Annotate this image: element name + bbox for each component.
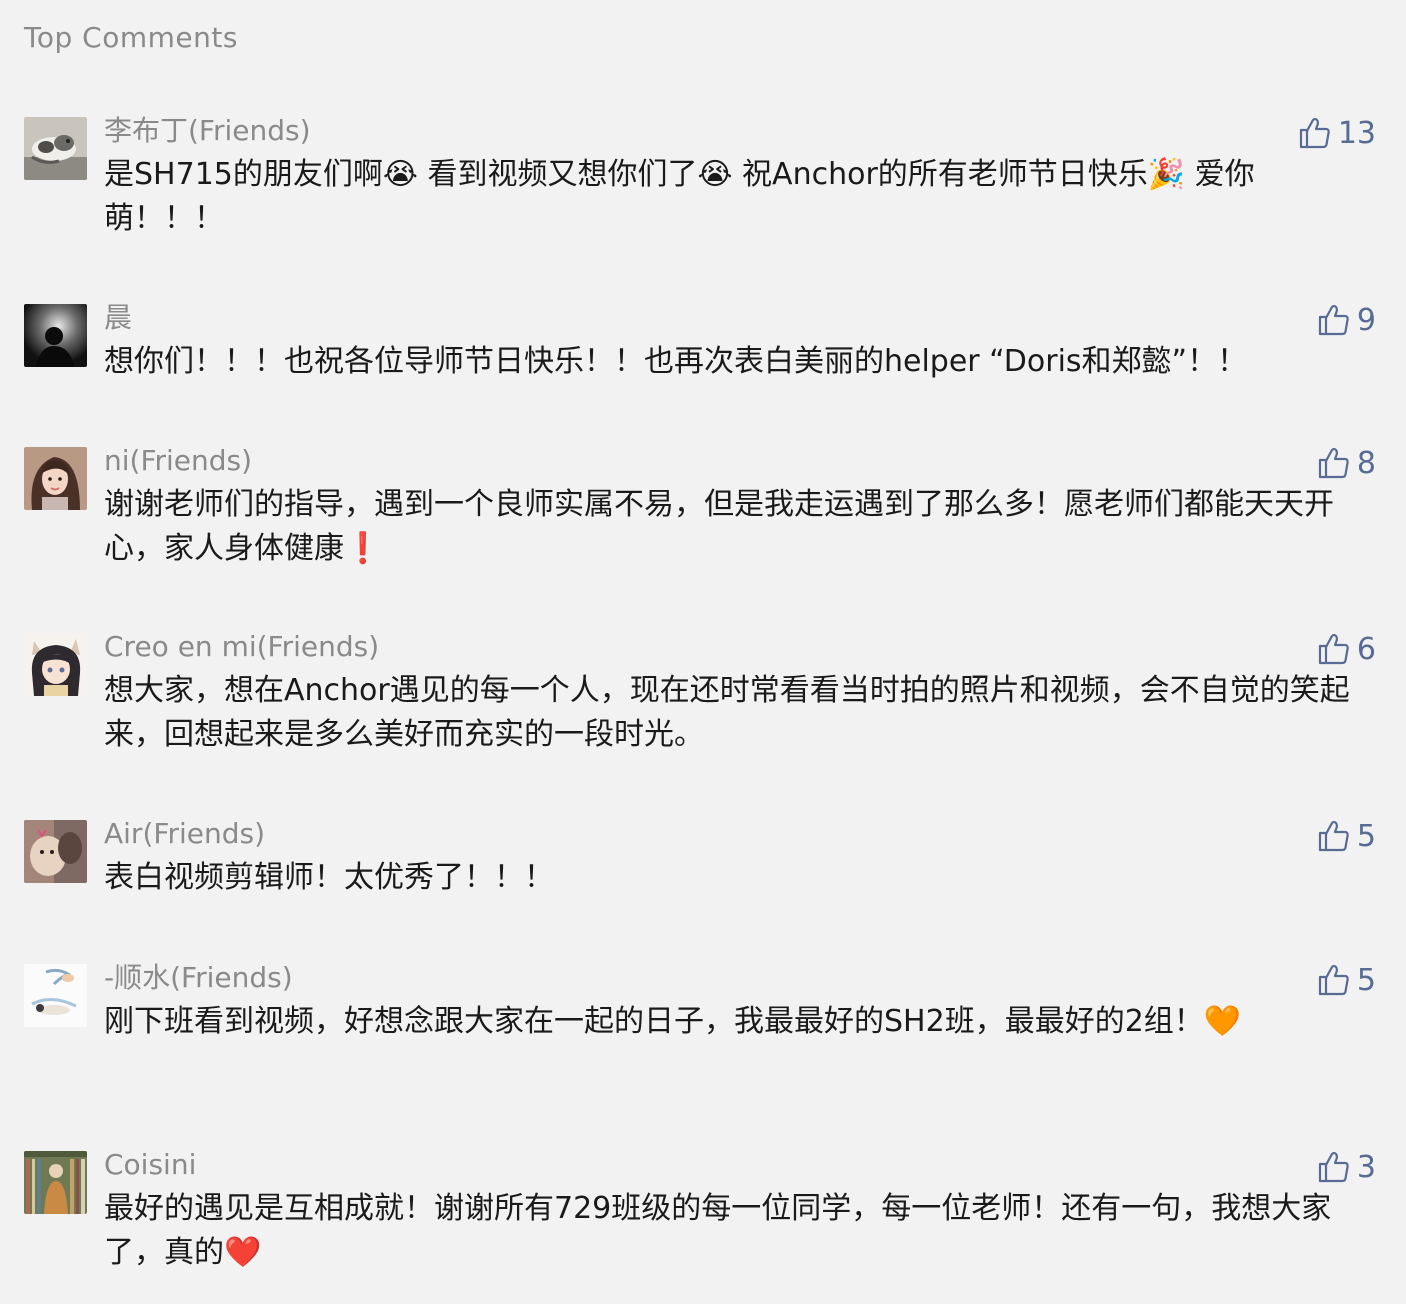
like-button[interactable]: 5 <box>1317 960 1376 1000</box>
bookshelf-avatar-icon <box>24 1151 87 1214</box>
cat-avatar-icon <box>24 117 87 180</box>
commenter-name[interactable]: Creo en mi(Friends) <box>104 629 379 665</box>
avatar[interactable] <box>24 117 87 180</box>
thumbs-up-icon <box>1318 964 1349 996</box>
comment-text: 刚下班看到视频，好想念跟大家在一起的日子，我最最好的SH2班，最最好的2组！🧡 <box>104 1004 1242 1039</box>
commenter-name[interactable]: -顺水(Friends) <box>104 960 293 996</box>
comment-text: 是SH715的朋友们啊😭 看到视频又想你们了😭 祝Anchor的所有老师节日快乐… <box>104 157 1255 236</box>
comment-text: 谢谢老师们的指导，遇到一个良师实属不易，但是我走运遇到了那么多！愿老师们都能天天… <box>104 487 1334 566</box>
silhouette-avatar-icon <box>24 304 87 367</box>
avatar[interactable] <box>24 964 87 1027</box>
girl-portrait-avatar-icon <box>24 447 87 510</box>
thumbs-up-icon <box>1318 1151 1349 1183</box>
section-title: Top Comments <box>24 21 238 54</box>
comment-text: 想你们！！！也祝各位导师节日快乐！！也再次表白美丽的helper “Doris和… <box>104 344 1248 379</box>
avatar[interactable] <box>24 447 87 510</box>
like-count: 9 <box>1356 302 1376 338</box>
like-button[interactable]: 9 <box>1317 300 1376 340</box>
like-button[interactable]: 13 <box>1298 113 1376 153</box>
like-button[interactable]: 3 <box>1317 1147 1376 1187</box>
commenter-name[interactable]: Air(Friends) <box>104 816 265 852</box>
avatar[interactable] <box>24 633 87 696</box>
like-count: 8 <box>1356 445 1376 481</box>
like-button[interactable]: 5 <box>1317 816 1376 856</box>
commenter-name[interactable]: 李布丁(Friends) <box>104 113 311 149</box>
comment-text: 想大家，想在Anchor遇见的每一个人，现在还时常看看当时拍的照片和视频，会不自… <box>104 673 1350 752</box>
like-count: 5 <box>1356 818 1376 854</box>
avatar[interactable] <box>24 1151 87 1214</box>
anime-cat-girl-avatar-icon <box>24 633 87 696</box>
thumbs-up-icon <box>1318 447 1349 479</box>
sketch-cats-avatar-icon <box>24 964 87 1027</box>
like-count: 5 <box>1356 962 1376 998</box>
avatar[interactable] <box>24 304 87 367</box>
commenter-name[interactable]: ni(Friends) <box>104 443 252 479</box>
puppy-avatar-icon <box>24 820 87 883</box>
avatar[interactable] <box>24 820 87 883</box>
like-count: 6 <box>1356 631 1376 667</box>
like-button[interactable]: 8 <box>1317 443 1376 483</box>
like-count: 13 <box>1337 115 1376 151</box>
comment-text: 最好的遇见是互相成就！谢谢所有729班级的每一位同学，每一位老师！还有一句，我想… <box>104 1191 1332 1270</box>
like-count: 3 <box>1356 1149 1376 1185</box>
comment-text: 表白视频剪辑师！太优秀了！！！ <box>104 860 554 895</box>
commenter-name[interactable]: Coisini <box>104 1147 196 1183</box>
commenter-name[interactable]: 晨 <box>104 300 132 336</box>
thumbs-up-icon <box>1318 820 1349 852</box>
thumbs-up-icon <box>1299 117 1330 149</box>
like-button[interactable]: 6 <box>1317 629 1376 669</box>
thumbs-up-icon <box>1318 633 1349 665</box>
thumbs-up-icon <box>1318 304 1349 336</box>
